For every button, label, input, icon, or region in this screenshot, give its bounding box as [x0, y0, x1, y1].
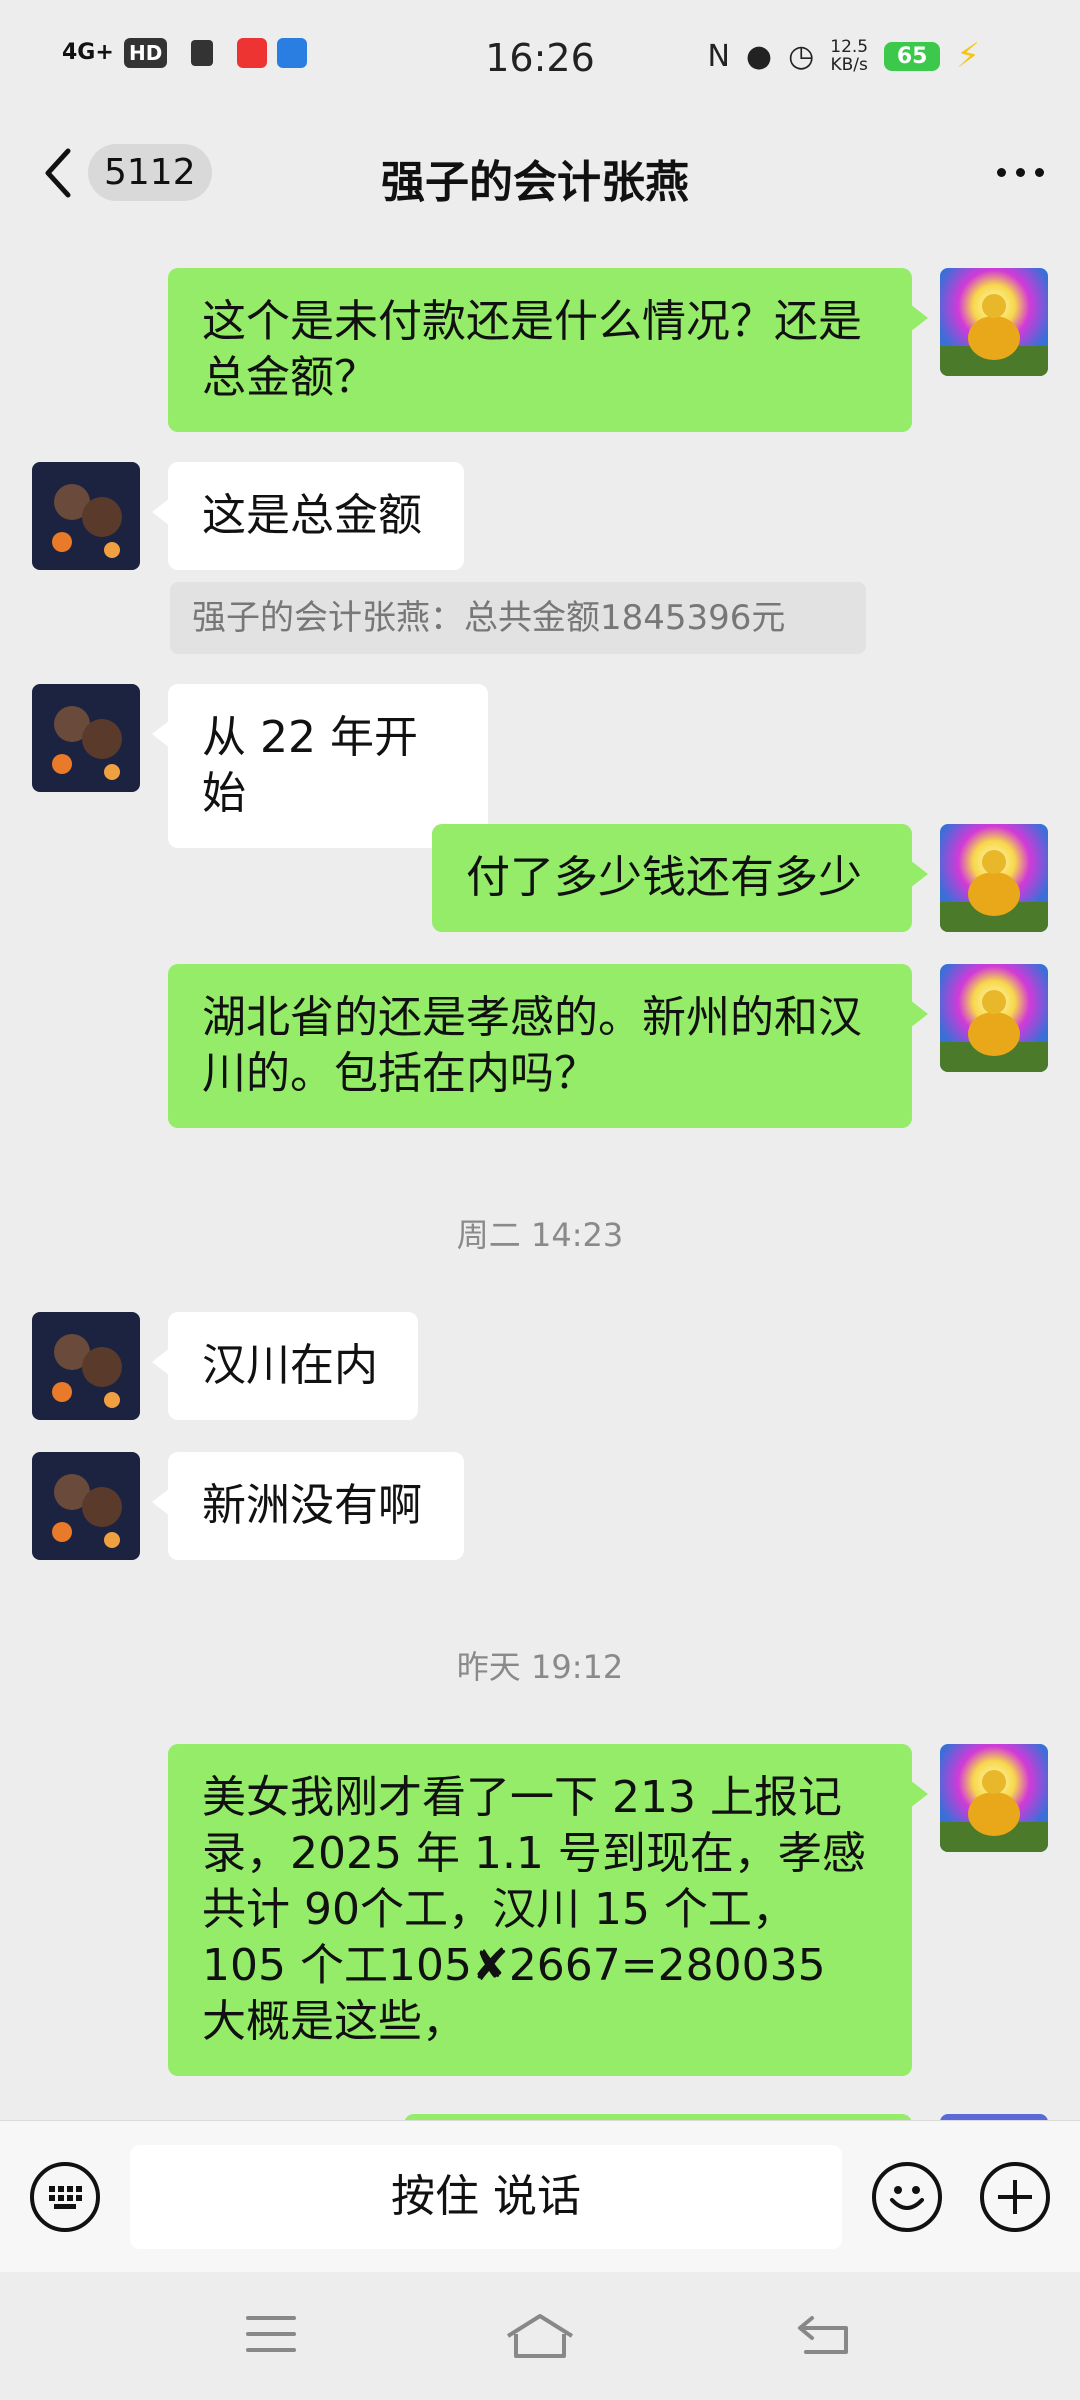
contact-avatar-image: [32, 1452, 140, 1560]
contact-avatar[interactable]: [32, 1312, 140, 1420]
speed-value: 12.5: [830, 37, 869, 57]
keyboard-icon[interactable]: [30, 2162, 100, 2232]
speed-unit: KB/s: [830, 55, 868, 75]
contact-avatar-image: [32, 462, 140, 570]
quoted-message[interactable]: 强子的会计张燕：总共金额1845396元: [170, 582, 866, 654]
system-nav-bar: [0, 2272, 1080, 2400]
input-bar: 按住 说话: [0, 2120, 1080, 2273]
emoji-icon[interactable]: [872, 2162, 942, 2232]
message-bubble-sent[interactable]: 付了多少钱还有多少: [432, 824, 928, 932]
buddha-avatar-image: [940, 1744, 1048, 1852]
chat-header: 5112 强子的会计张燕: [0, 124, 1080, 224]
status-right: N ● ◷ 12.5 KB/s 65 ⚡: [707, 36, 980, 76]
contact-avatar[interactable]: [32, 684, 140, 792]
status-bar: 4G+ HD 16:26 N ● ◷ 12.5 KB/s 65 ⚡: [0, 0, 1080, 124]
contact-avatar-image: [32, 1312, 140, 1420]
message-bubble-received[interactable]: 新洲没有啊: [152, 1452, 464, 1560]
message-bubble-sent[interactable]: 美女我刚才看了一下 213 上报记录，2025 年 1.1 号到现在，孝感共计 …: [168, 1744, 928, 2076]
buddha-avatar-image: [940, 268, 1048, 376]
contact-avatar[interactable]: [32, 462, 140, 570]
back-nav-icon[interactable]: [796, 2312, 852, 2356]
message-bubble-sent[interactable]: 这个是未付款还是什么情况？还是总金额？: [168, 268, 928, 432]
contact-avatar-image: [32, 684, 140, 792]
message-bubble-received[interactable]: 这是总金额: [152, 462, 464, 570]
hold-to-talk-button[interactable]: 按住 说话: [130, 2145, 842, 2249]
plus-icon[interactable]: [980, 2162, 1050, 2232]
my-avatar[interactable]: [940, 1744, 1048, 1852]
message-bubble-sent[interactable]: 湖北省的还是孝感的。新州的和汉川的。包括在内吗？: [168, 964, 928, 1128]
contact-avatar[interactable]: [32, 1452, 140, 1560]
buddha-avatar-image: [940, 964, 1048, 1072]
menu-icon[interactable]: [244, 2312, 298, 2356]
nfc-icon: N: [707, 38, 730, 74]
buddha-avatar-image: [940, 824, 1048, 932]
message-bubble-received[interactable]: 汉川在内: [152, 1312, 418, 1420]
my-avatar[interactable]: [940, 268, 1048, 376]
battery-indicator: 65: [884, 41, 941, 71]
my-avatar[interactable]: [940, 824, 1048, 932]
alarm-icon: ◷: [788, 38, 815, 74]
location-icon: ●: [745, 38, 773, 74]
timestamp: 周二 14:23: [456, 1216, 624, 1254]
my-avatar[interactable]: [940, 964, 1048, 1072]
chat-title: 强子的会计张燕: [381, 157, 689, 208]
timestamp: 昨天 19:12: [456, 1648, 624, 1686]
home-icon[interactable]: [504, 2312, 576, 2360]
message-list[interactable]: 这个是未付款还是什么情况？还是总金额？ 这是总金额 强子的会计张燕：总共金额18…: [0, 224, 1080, 2120]
network-speed: 12.5 KB/s: [830, 38, 868, 74]
charging-icon: ⚡: [956, 36, 980, 76]
more-icon[interactable]: [997, 168, 1044, 177]
